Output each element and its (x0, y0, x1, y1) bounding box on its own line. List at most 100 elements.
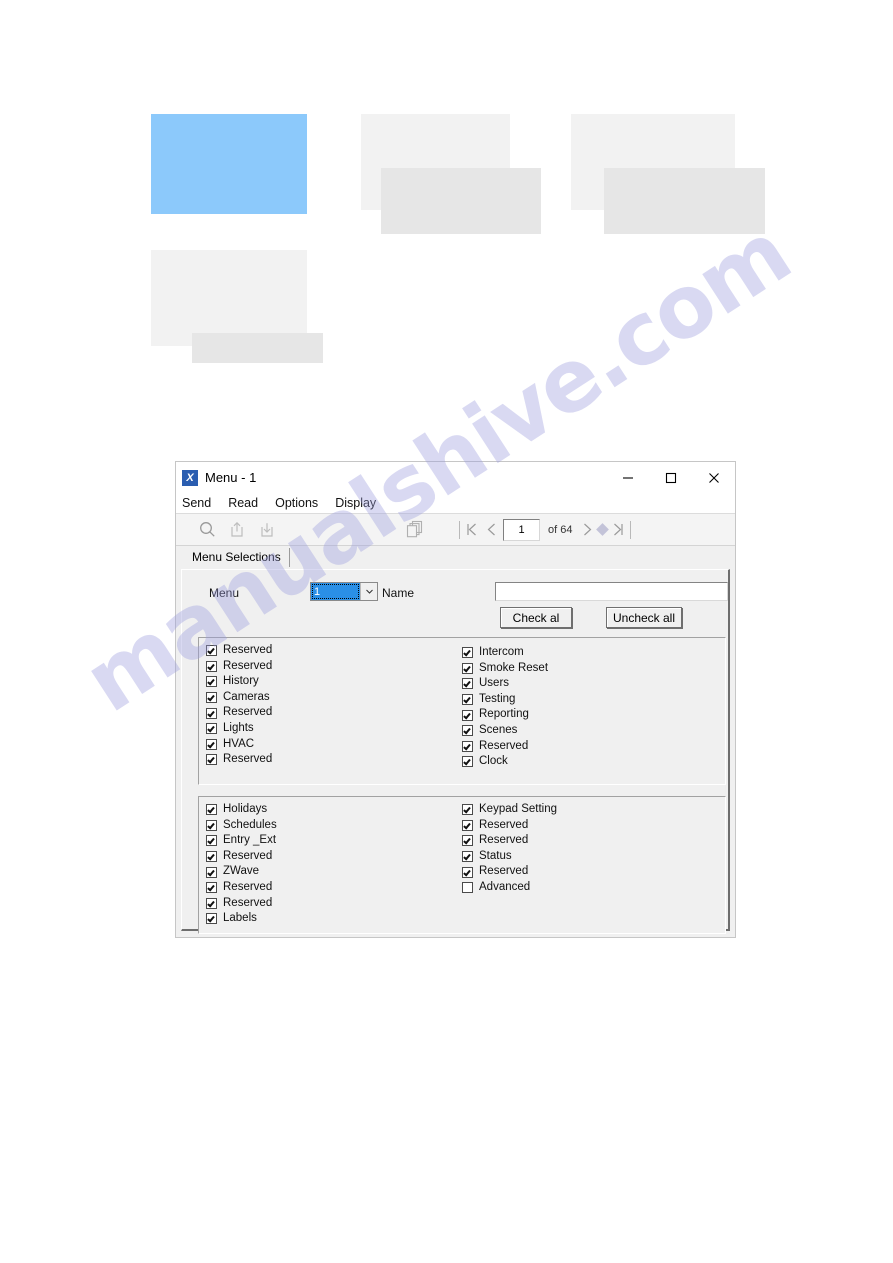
checkbox-reserved[interactable] (206, 645, 217, 657)
checkbox-row[interactable]: Reporting (462, 707, 548, 723)
checkbox-hvac[interactable] (206, 738, 217, 750)
checkbox-label: Reserved (223, 659, 273, 672)
checkbox-testing[interactable] (462, 694, 473, 706)
minimize-button[interactable] (606, 462, 649, 493)
checkbox-row[interactable]: Cameras (206, 690, 272, 706)
download-icon[interactable] (252, 515, 282, 545)
checkbox-label: Reporting (479, 708, 529, 721)
checkbox-label: Keypad Setting (479, 803, 558, 816)
checkbox-row[interactable]: Holidays (206, 802, 277, 818)
menu-item-options[interactable]: Options (275, 496, 327, 510)
checkbox-row[interactable]: Status (462, 849, 557, 865)
checkbox-row[interactable]: HVAC (206, 737, 272, 753)
checkbox-zwave[interactable] (206, 866, 217, 878)
menu-select-value: 1 (311, 583, 360, 600)
checkbox-reserved[interactable] (206, 707, 217, 719)
record-navigator: 1 of 64 (456, 515, 634, 545)
checkbox-label: ZWave (223, 865, 259, 878)
checkbox-advanced[interactable] (462, 882, 473, 894)
checkbox-history[interactable] (206, 676, 217, 688)
checkbox-row[interactable]: Scenes (462, 723, 548, 739)
checkbox-reporting[interactable] (462, 709, 473, 721)
checkbox-reserved[interactable] (462, 866, 473, 878)
page-number-input[interactable]: 1 (503, 518, 540, 541)
checkbox-label: Reserved (479, 739, 529, 752)
maximize-button[interactable] (649, 462, 692, 493)
checkbox-label: Holidays (223, 803, 268, 816)
checkbox-reserved[interactable] (206, 882, 217, 894)
checkbox-reserved[interactable] (462, 740, 473, 752)
checkbox-label: HVAC (223, 737, 255, 750)
checkbox-label: Reserved (223, 753, 273, 766)
checkbox-row[interactable]: Reserved (462, 818, 557, 834)
checkbox-row[interactable]: Reserved (206, 880, 277, 896)
checkbox-labels[interactable] (206, 913, 217, 925)
checkbox-row[interactable]: Reserved (206, 643, 272, 659)
checkbox-row[interactable]: Lights (206, 721, 272, 737)
checkbox-row[interactable]: Testing (462, 692, 548, 708)
checkbox-row[interactable]: History (206, 674, 272, 690)
menu-label: Menu (209, 586, 240, 600)
checkbox-row[interactable]: Reserved (462, 739, 548, 755)
menu-selections-group-1: Reserved Reserved History Cameras Reserved Li… (198, 637, 726, 785)
check-all-button[interactable]: Check al (500, 607, 572, 628)
menu-item-send[interactable]: Send (182, 496, 220, 510)
checkbox-status[interactable] (462, 851, 473, 863)
checkbox-reserved[interactable] (206, 851, 217, 863)
checkbox-row[interactable]: Entry _Ext (206, 833, 277, 849)
checkbox-reserved[interactable] (206, 754, 217, 766)
checkbox-entry-ext[interactable] (206, 835, 217, 847)
nav-next-icon[interactable] (578, 517, 597, 543)
upload-icon[interactable] (222, 515, 252, 545)
checkbox-keypad-setting[interactable] (462, 804, 473, 816)
checkbox-reserved[interactable] (206, 897, 217, 909)
checkbox-smoke-reset[interactable] (462, 662, 473, 674)
tab-menu-selections[interactable]: Menu Selections (184, 548, 290, 567)
checkbox-row[interactable]: Reserved (206, 752, 272, 768)
checkbox-row[interactable]: Clock (462, 754, 548, 770)
copy-icon[interactable] (400, 515, 430, 545)
checkbox-row[interactable]: Intercom (462, 645, 548, 661)
menu-item-read[interactable]: Read (228, 496, 267, 510)
figure-thumb-3-front (604, 168, 765, 234)
checkbox-label: Labels (223, 912, 257, 925)
nav-last-icon[interactable] (608, 517, 627, 543)
checkbox-row[interactable]: Reserved (462, 833, 557, 849)
close-button[interactable] (692, 462, 735, 493)
checkbox-row[interactable]: Reserved (206, 705, 272, 721)
checkbox-users[interactable] (462, 678, 473, 690)
nav-prev-icon[interactable] (482, 517, 501, 543)
checkbox-scenes[interactable] (462, 725, 473, 737)
checkbox-reserved[interactable] (462, 819, 473, 831)
checkbox-reserved[interactable] (462, 835, 473, 847)
menu-select[interactable]: 1 (310, 582, 378, 601)
checkbox-row[interactable]: Schedules (206, 818, 277, 834)
checkbox-reserved[interactable] (206, 660, 217, 672)
checkbox-row[interactable]: Labels (206, 911, 277, 927)
nav-new-record-icon[interactable] (596, 523, 610, 536)
uncheck-all-button[interactable]: Uncheck all (606, 607, 682, 628)
menu-item-display[interactable]: Display (335, 496, 385, 510)
checkbox-holidays[interactable] (206, 804, 217, 816)
menu-name-row: Menu 1 Name (182, 580, 728, 606)
nav-first-icon[interactable] (463, 517, 482, 543)
checkbox-row[interactable]: Smoke Reset (462, 661, 548, 677)
checkbox-intercom[interactable] (462, 647, 473, 659)
search-icon[interactable] (192, 515, 222, 545)
checkbox-row[interactable]: Reserved (206, 896, 277, 912)
checkbox-schedules[interactable] (206, 819, 217, 831)
name-input[interactable] (495, 582, 728, 601)
checkbox-row[interactable]: Users (462, 676, 548, 692)
checkbox-row[interactable]: ZWave (206, 864, 277, 880)
checkbox-clock[interactable] (462, 756, 473, 768)
checkbox-row[interactable]: Reserved (206, 659, 272, 675)
checkbox-row[interactable]: Reserved (206, 849, 277, 865)
checkbox-row[interactable]: Keypad Setting (462, 802, 557, 818)
checkbox-cameras[interactable] (206, 692, 217, 704)
figure-thumb-2-front (381, 168, 541, 234)
checkbox-row[interactable]: Advanced (462, 880, 557, 896)
tab-strip: Menu Selections (176, 546, 735, 567)
checkbox-row[interactable]: Reserved (462, 864, 557, 880)
checkbox-lights[interactable] (206, 723, 217, 735)
chevron-down-icon (360, 583, 377, 600)
